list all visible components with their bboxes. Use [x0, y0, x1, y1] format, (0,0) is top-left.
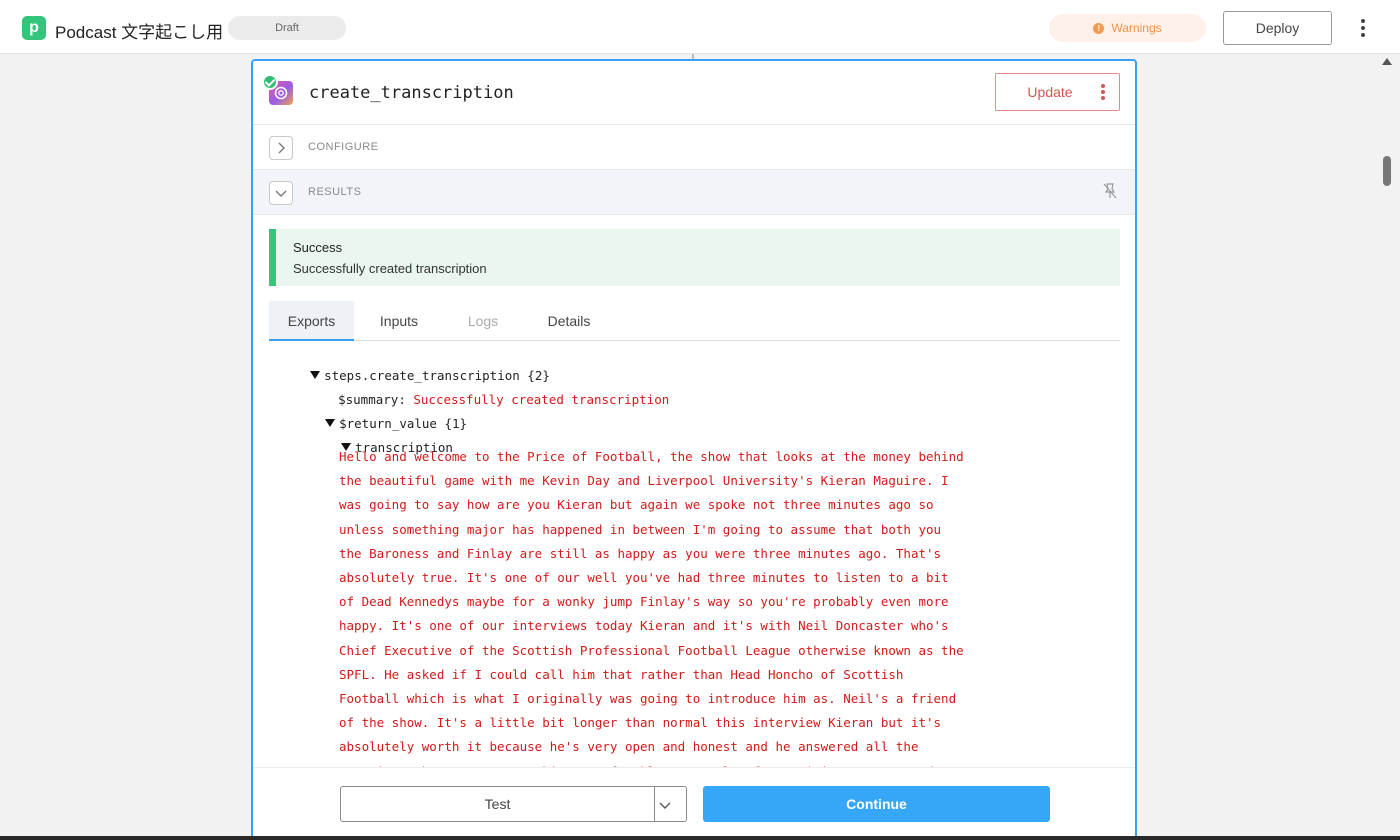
chevron-down-icon[interactable] — [269, 181, 293, 205]
draft-badge: Draft — [228, 16, 346, 40]
update-label: Update — [1027, 84, 1073, 100]
success-check-icon — [262, 74, 278, 90]
transcription-line: SPFL. He asked if I could call him that … — [339, 666, 904, 682]
configure-section[interactable]: CONFIGURE — [253, 125, 1135, 170]
step-header: create_transcription Update — [253, 61, 1135, 125]
top-bar: p Podcast 文字起こし用 Draft ! Warnings Deploy — [0, 0, 1400, 54]
transcription-line: happy. It's one of our interviews today … — [339, 618, 949, 634]
warnings-button[interactable]: ! Warnings — [1049, 14, 1206, 42]
tab-inputs[interactable]: Inputs — [365, 301, 433, 341]
deploy-button[interactable]: Deploy — [1223, 11, 1332, 45]
warning-icon: ! — [1093, 22, 1105, 34]
transcription-line: absolutely true. It's one of our well yo… — [339, 570, 949, 586]
transcription-value: Hello and welcome to the Price of Footba… — [339, 445, 979, 767]
alert-message: Successfully created transcription — [293, 261, 487, 276]
configure-label: CONFIGURE — [308, 141, 379, 153]
scroll-up-arrow-icon[interactable] — [1382, 58, 1392, 65]
warnings-label: Warnings — [1111, 21, 1162, 35]
pipedream-logo-icon[interactable]: p — [22, 16, 46, 40]
tab-details[interactable]: Details — [539, 301, 599, 341]
transcription-line: questions that were put to him very fran… — [339, 760, 979, 767]
test-button[interactable]: Test — [341, 787, 655, 821]
more-options-icon[interactable] — [1352, 16, 1374, 40]
step-menu-icon[interactable] — [1100, 84, 1106, 100]
workflow-title[interactable]: Podcast 文字起こし用 — [55, 18, 223, 43]
window-bottom-edge — [0, 836, 1400, 840]
transcription-line: Hello and welcome to the Price of Footba… — [339, 449, 964, 464]
alert-title: Success — [293, 240, 343, 255]
transcription-line: absolutely worth it because he's very op… — [339, 739, 919, 755]
results-tabs: Exports Inputs Logs Details — [269, 301, 1120, 341]
transcription-line: Chief Executive of the Scottish Professi… — [339, 642, 964, 658]
chevron-right-icon[interactable] — [269, 136, 293, 160]
continue-button[interactable]: Continue — [703, 786, 1050, 822]
transcription-line: was going to say how are you Kieran but … — [339, 497, 934, 513]
step-footer: Test Continue — [253, 767, 1135, 840]
transcription-line: unless something major has happened in b… — [339, 521, 942, 537]
results-label: RESULTS — [308, 186, 362, 198]
transcription-line: the beautiful game with me Kevin Day and… — [339, 473, 949, 489]
test-button-group: Test — [340, 786, 687, 822]
success-alert: Success Successfully created transcripti… — [269, 229, 1120, 286]
transcription-line: Football which is what I originally was … — [339, 691, 957, 707]
scrollbar-thumb[interactable] — [1383, 156, 1391, 186]
update-button[interactable]: Update — [995, 73, 1120, 111]
chevron-down-icon[interactable] — [659, 798, 671, 816]
unpin-icon[interactable] — [1101, 182, 1119, 205]
tab-exports[interactable]: Exports — [269, 301, 354, 341]
transcription-line: of the show. It's a little bit longer th… — [339, 715, 942, 731]
step-panel: create_transcription Update CONFIGURE RE… — [251, 59, 1137, 840]
step-name[interactable]: create_transcription — [309, 83, 514, 103]
tab-logs[interactable]: Logs — [457, 301, 509, 341]
transcription-line: the Baroness and Finlay are still as hap… — [339, 545, 942, 561]
results-section[interactable]: RESULTS — [253, 170, 1135, 215]
transcription-line: of Dead Kennedys maybe for a wonky jump … — [339, 594, 949, 610]
